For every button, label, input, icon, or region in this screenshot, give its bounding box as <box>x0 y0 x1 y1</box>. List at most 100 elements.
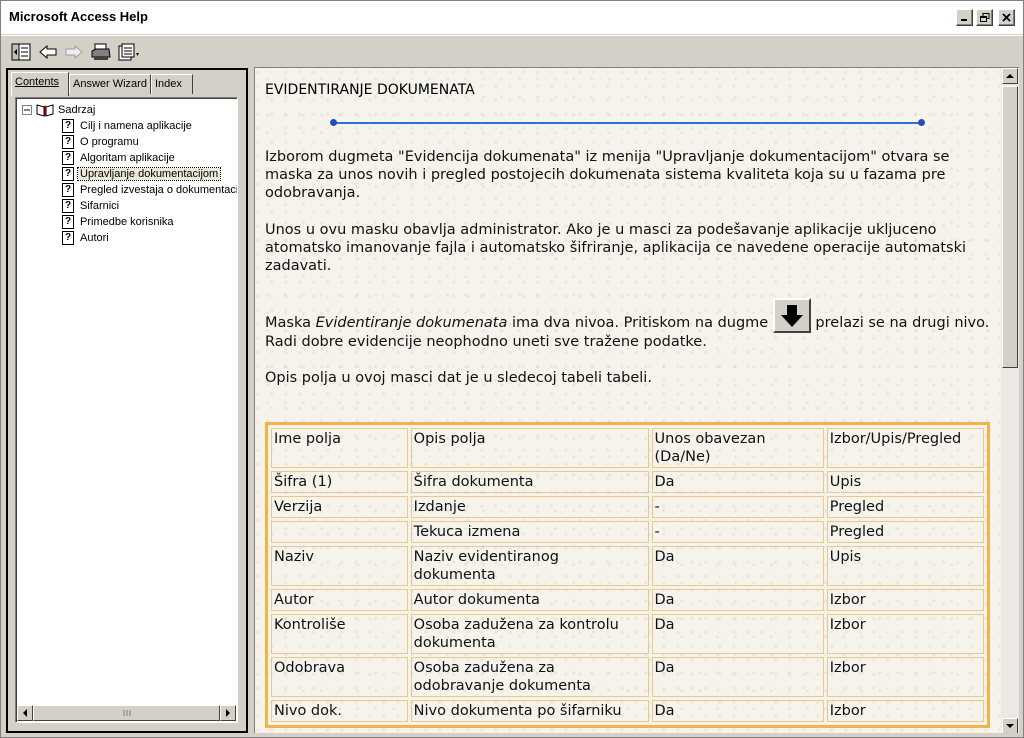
tree-item-label: Primedbe korisnika <box>80 216 174 228</box>
restore-button[interactable] <box>976 9 993 26</box>
forward-arrow-icon <box>65 45 83 59</box>
left-arrow-icon <box>23 709 27 717</box>
back-button[interactable] <box>37 42 59 62</box>
print-icon <box>91 43 111 60</box>
scroll-left-button[interactable] <box>17 705 33 721</box>
table-header-cell: Opis polja <box>410 428 649 468</box>
close-icon <box>1002 13 1011 22</box>
help-topic-icon: ? <box>62 151 74 165</box>
table-row: Verzija Izdanje - Pregled <box>271 496 984 518</box>
tree-item-o-programu[interactable]: ? O programu <box>62 134 141 150</box>
tab-answer-wizard[interactable]: Answer Wizard <box>69 74 151 94</box>
open-book-icon <box>36 104 54 117</box>
table-cell: Da <box>651 614 824 654</box>
grip-icon <box>123 710 130 716</box>
table-cell: Izbor <box>826 700 984 722</box>
tab-contents-label: Contents <box>15 76 60 88</box>
horizontal-scrollbar[interactable] <box>17 705 236 721</box>
scroll-up-button[interactable] <box>1002 68 1018 84</box>
help-topic-icon: ? <box>62 231 74 245</box>
minimize-button[interactable] <box>956 9 973 26</box>
tab-index[interactable]: Index <box>151 74 193 94</box>
window-title: Microsoft Access Help <box>9 9 148 24</box>
tree-item-label: Autori <box>80 232 109 244</box>
vertical-scrollbar[interactable] <box>1001 68 1019 733</box>
paragraph-levels-text-a: Maska <box>265 315 316 331</box>
table-cell: Šifra (1) <box>271 471 408 493</box>
tree-item-label: Sifarnici <box>80 200 120 212</box>
table-cell: Odobrava <box>271 657 408 697</box>
scroll-right-button[interactable] <box>220 705 236 721</box>
hide-pane-button[interactable] <box>10 42 32 62</box>
forward-button[interactable] <box>63 42 85 62</box>
divider-dot-right <box>918 119 925 126</box>
down-arrow-icon <box>1006 724 1014 728</box>
print-button[interactable] <box>90 42 112 62</box>
table-cell: - <box>651 496 824 518</box>
table-cell: Osoba zadužena za odobravanje dokumenta <box>410 657 649 697</box>
tree-item-algoritam[interactable]: ? Algoritam aplikacije <box>62 150 177 166</box>
fields-table: Ime polja Opis polja Unos obavezan (Da/N… <box>265 422 990 728</box>
table-cell: Izbor <box>826 589 984 611</box>
paragraph-levels: Maska Evidentiranje dokumenata ima dva n… <box>265 298 995 351</box>
table-header-cell: Unos obavezan (Da/Ne) <box>651 428 824 468</box>
minimize-icon <box>961 19 967 21</box>
heading-divider <box>330 119 925 126</box>
restore-icon <box>979 12 989 22</box>
contents-tree[interactable]: Sadrzaj ? Cilj i namena aplikacije ? O p… <box>15 97 238 723</box>
back-arrow-icon <box>39 45 57 59</box>
table-cell: Upis <box>826 546 984 586</box>
table-cell: Tekuca izmena <box>410 521 649 543</box>
topic-pane: EVIDENTIRANJE DOKUMENATA Izborom dugmeta… <box>254 67 1019 733</box>
table-cell: Verzija <box>271 496 408 518</box>
table-cell: Pregled <box>826 521 984 543</box>
close-button[interactable] <box>998 9 1015 26</box>
up-arrow-icon <box>1006 74 1014 78</box>
tree-item-label: Algoritam aplikacije <box>80 152 175 164</box>
help-topic-icon: ? <box>62 183 74 197</box>
table-cell: Izdanje <box>410 496 649 518</box>
options-button[interactable] <box>117 42 143 62</box>
right-arrow-icon <box>226 709 230 717</box>
tree-item-pregled[interactable]: ? Pregled izvestaja o dokumentaciji <box>62 182 237 198</box>
tree-item-cilj[interactable]: ? Cilj i namena aplikacije <box>62 118 194 134</box>
tree-root[interactable]: Sadrzaj <box>22 102 97 118</box>
scroll-down-button[interactable] <box>1002 718 1018 733</box>
vertical-scroll-thumb[interactable] <box>1002 86 1018 368</box>
table-header-row: Ime polja Opis polja Unos obavezan (Da/N… <box>271 428 984 468</box>
table-cell: Nivo dok. <box>271 700 408 722</box>
tree-item-sifarnici[interactable]: ? Sifarnici <box>62 198 121 214</box>
horizontal-scroll-thumb[interactable] <box>33 705 220 721</box>
topic-content: EVIDENTIRANJE DOKUMENATA Izborom dugmeta… <box>255 68 1000 733</box>
tree-item-upravljanje[interactable]: ? Upravljanje dokumentacijom <box>62 166 222 182</box>
collapse-icon <box>22 105 32 115</box>
table-cell: Šifra dokumenta <box>410 471 649 493</box>
page-title: EVIDENTIRANJE DOKUMENATA <box>265 82 475 98</box>
nav-tabs: Contents Answer Wizard Index <box>11 72 243 96</box>
table-cell: Da <box>651 471 824 493</box>
table-row: Autor Autor dokumenta Da Izbor <box>271 589 984 611</box>
paragraph-table-intro: Opis polja u ovoj masci dat je u sledeco… <box>265 370 652 386</box>
help-topic-icon: ? <box>62 167 74 181</box>
title-bar: Microsoft Access Help <box>1 1 1023 34</box>
toolbar <box>1 35 1023 67</box>
navigation-pane: Contents Answer Wizard Index Sadrzaj ? C… <box>6 68 248 733</box>
table-row: Nivo dok. Nivo dokumenta po šifarniku Da… <box>271 700 984 722</box>
table-cell: Izbor <box>826 657 984 697</box>
tree-root-label: Sadrzaj <box>58 104 96 116</box>
paragraph-levels-text-b: ima dva nivoa. Pritiskom na dugme <box>507 315 773 331</box>
tree-item-label: O programu <box>80 136 139 148</box>
hide-pane-icon <box>11 43 31 61</box>
table-header-cell: Ime polja <box>271 428 408 468</box>
help-window: Microsoft Access Help Contents Answer Wi… <box>0 0 1024 738</box>
mask-name-italic: Evidentiranje dokumenata <box>315 315 508 331</box>
table-cell: Upis <box>826 471 984 493</box>
table-cell: Naziv <box>271 546 408 586</box>
tree-item-autori[interactable]: ? Autori <box>62 230 111 246</box>
tab-index-label: Index <box>155 78 182 90</box>
tab-answer-wizard-label: Answer Wizard <box>73 78 147 90</box>
help-topic-icon: ? <box>62 119 74 133</box>
tree-item-label: Upravljanje dokumentacijom <box>76 167 222 181</box>
tree-item-primedbe[interactable]: ? Primedbe korisnika <box>62 214 176 230</box>
tab-contents[interactable]: Contents <box>11 72 69 96</box>
